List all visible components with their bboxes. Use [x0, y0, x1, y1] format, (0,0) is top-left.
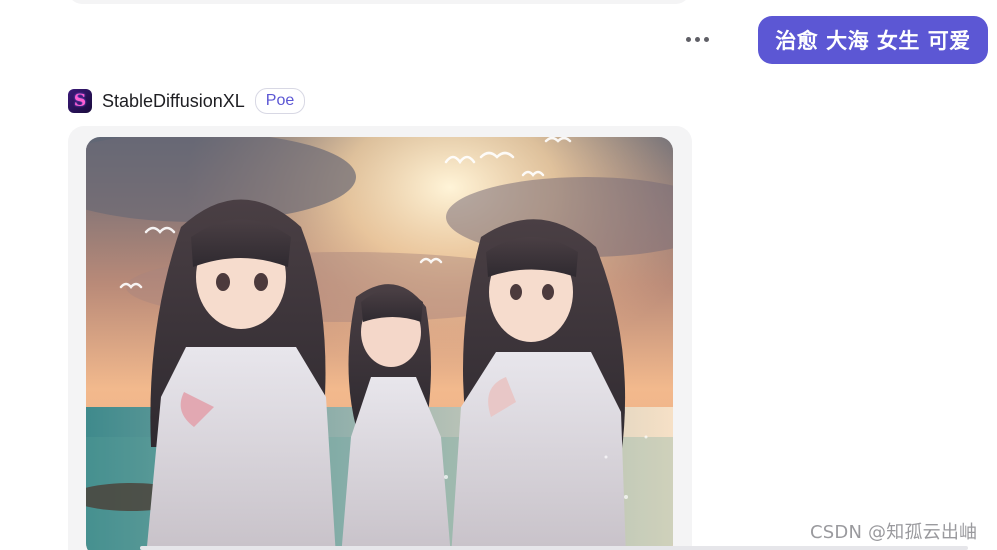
- more-horizontal-icon: [685, 36, 691, 42]
- previous-message-bubble: [68, 0, 690, 4]
- horizontal-scrollbar[interactable]: [140, 546, 968, 550]
- more-dot: [694, 36, 700, 42]
- more-dot: [703, 36, 709, 42]
- watermark-text: CSDN @知孤云出岫: [810, 522, 978, 543]
- user-message-bubble: 治愈 大海 女生 可爱: [758, 16, 988, 64]
- stable-diffusion-logo-icon[interactable]: S: [68, 89, 92, 113]
- more-options-button[interactable]: [676, 24, 718, 54]
- bot-header: S StableDiffusionXL Poe: [68, 88, 306, 114]
- poe-badge: Poe: [254, 88, 306, 114]
- bot-name[interactable]: StableDiffusionXL: [102, 91, 245, 112]
- generated-image[interactable]: [86, 137, 673, 550]
